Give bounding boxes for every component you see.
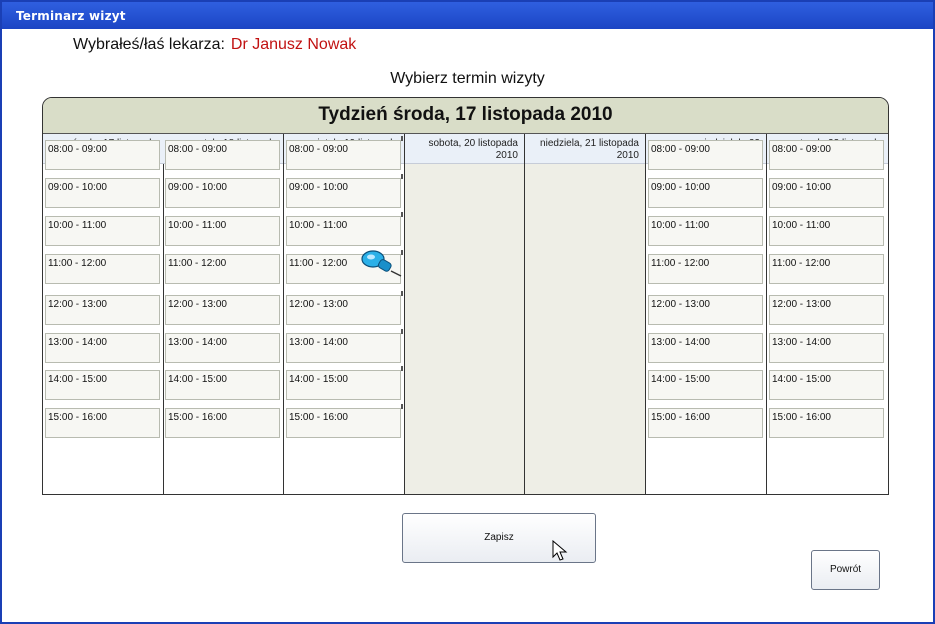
time-slot[interactable]: 12:00 - 13:00 — [165, 295, 280, 325]
time-slot[interactable]: 12:00 - 13:00 — [769, 295, 884, 325]
time-slot[interactable]: 15:00 - 16:00 — [286, 408, 401, 438]
day-column: sobota, 20 listopada 2010 — [405, 134, 525, 494]
time-slot[interactable]: 12:00 - 13:00 — [286, 295, 401, 325]
slot-tab-mark — [401, 291, 403, 296]
selected-doctor-row: Wybrałeś/łaś lekarza: Dr Janusz Nowak — [73, 36, 356, 54]
doctor-name: Dr Janusz Nowak — [230, 36, 357, 53]
slot-tab-mark — [401, 329, 403, 334]
mouse-cursor-icon — [552, 540, 568, 561]
slot-tab-mark — [401, 366, 403, 371]
day-column: niedziela, 21 listopada 2010 — [525, 134, 646, 494]
app-window: Terminarz wizyt Wybrałeś/łaś lekarza: Dr … — [0, 0, 935, 624]
day-column: czwartek, 18 listopada 201008:00 - 09:00… — [163, 134, 284, 494]
time-slot[interactable]: 08:00 - 09:00 — [165, 140, 280, 170]
day-column: wtorek, 23 listopada 201008:00 - 09:0009… — [767, 134, 888, 494]
day-column: środa, 17 listopada 201008:00 - 09:0009:… — [43, 134, 164, 494]
time-slot[interactable]: 08:00 - 09:00 — [286, 140, 401, 170]
time-slot[interactable]: 14:00 - 15:00 — [648, 370, 763, 400]
time-slot[interactable]: 11:00 - 12:00 — [648, 254, 763, 284]
time-slot[interactable]: 10:00 - 11:00 — [648, 216, 763, 246]
time-slot[interactable]: 14:00 - 15:00 — [286, 370, 401, 400]
time-slot[interactable]: 13:00 - 14:00 — [769, 333, 884, 363]
day-header: niedziela, 21 listopada 2010 — [525, 134, 645, 164]
slot-tab-mark — [401, 174, 403, 179]
time-slot[interactable]: 09:00 - 10:00 — [165, 178, 280, 208]
slot-tab-mark — [401, 404, 403, 409]
time-slot[interactable]: 10:00 - 11:00 — [165, 216, 280, 246]
back-button[interactable]: Powrót — [811, 550, 880, 590]
time-slot[interactable]: 15:00 - 16:00 — [769, 408, 884, 438]
time-slot[interactable]: 09:00 - 10:00 — [286, 178, 401, 208]
time-slot[interactable]: 11:00 - 12:00 — [769, 254, 884, 284]
time-slot[interactable]: 10:00 - 11:00 — [769, 216, 884, 246]
time-slot[interactable]: 11:00 - 12:00 — [165, 254, 280, 284]
time-slot[interactable]: 15:00 - 16:00 — [165, 408, 280, 438]
doctor-label: Wybrałeś/łaś lekarza: — [73, 36, 225, 53]
time-slot[interactable]: 13:00 - 14:00 — [286, 333, 401, 363]
pushpin-icon — [361, 250, 402, 277]
time-slot[interactable]: 14:00 - 15:00 — [165, 370, 280, 400]
time-slot[interactable]: 13:00 - 14:00 — [165, 333, 280, 363]
time-slot[interactable]: 12:00 - 13:00 — [45, 295, 160, 325]
day-column: poniedziałek, 22 listopada 201008:00 - 0… — [646, 134, 767, 494]
time-slot[interactable]: 15:00 - 16:00 — [648, 408, 763, 438]
time-slot[interactable]: 08:00 - 09:00 — [45, 140, 160, 170]
day-column: piątek, 19 listopada 201008:00 - 09:0009… — [284, 134, 405, 494]
time-slot[interactable]: 08:00 - 09:00 — [769, 140, 884, 170]
time-slot[interactable]: 09:00 - 10:00 — [45, 178, 160, 208]
time-slot[interactable]: 15:00 - 16:00 — [45, 408, 160, 438]
week-header: Tydzień środa, 17 listopada 2010 — [43, 98, 888, 134]
slot-tab-mark — [401, 212, 403, 217]
day-header: sobota, 20 listopada 2010 — [405, 134, 524, 164]
time-slot[interactable]: 12:00 - 13:00 — [648, 295, 763, 325]
time-slot[interactable]: 10:00 - 11:00 — [286, 216, 401, 246]
time-slot[interactable]: 14:00 - 15:00 — [45, 370, 160, 400]
time-slot[interactable]: 10:00 - 11:00 — [45, 216, 160, 246]
page-subtitle: Wybierz termin wizyty — [390, 70, 545, 87]
window-title: Terminarz wizyt — [16, 9, 126, 23]
time-slot[interactable]: 09:00 - 10:00 — [769, 178, 884, 208]
time-slot[interactable]: 13:00 - 14:00 — [648, 333, 763, 363]
time-slot[interactable]: 09:00 - 10:00 — [648, 178, 763, 208]
time-slot[interactable]: 11:00 - 12:00 — [45, 254, 160, 284]
time-slot[interactable]: 14:00 - 15:00 — [769, 370, 884, 400]
time-slot[interactable]: 13:00 - 14:00 — [45, 333, 160, 363]
week-calendar: Tydzień środa, 17 listopada 2010 środa, … — [42, 97, 889, 495]
title-bar: Terminarz wizyt — [2, 2, 933, 29]
slot-tab-mark — [401, 136, 403, 141]
time-slot[interactable]: 08:00 - 09:00 — [648, 140, 763, 170]
